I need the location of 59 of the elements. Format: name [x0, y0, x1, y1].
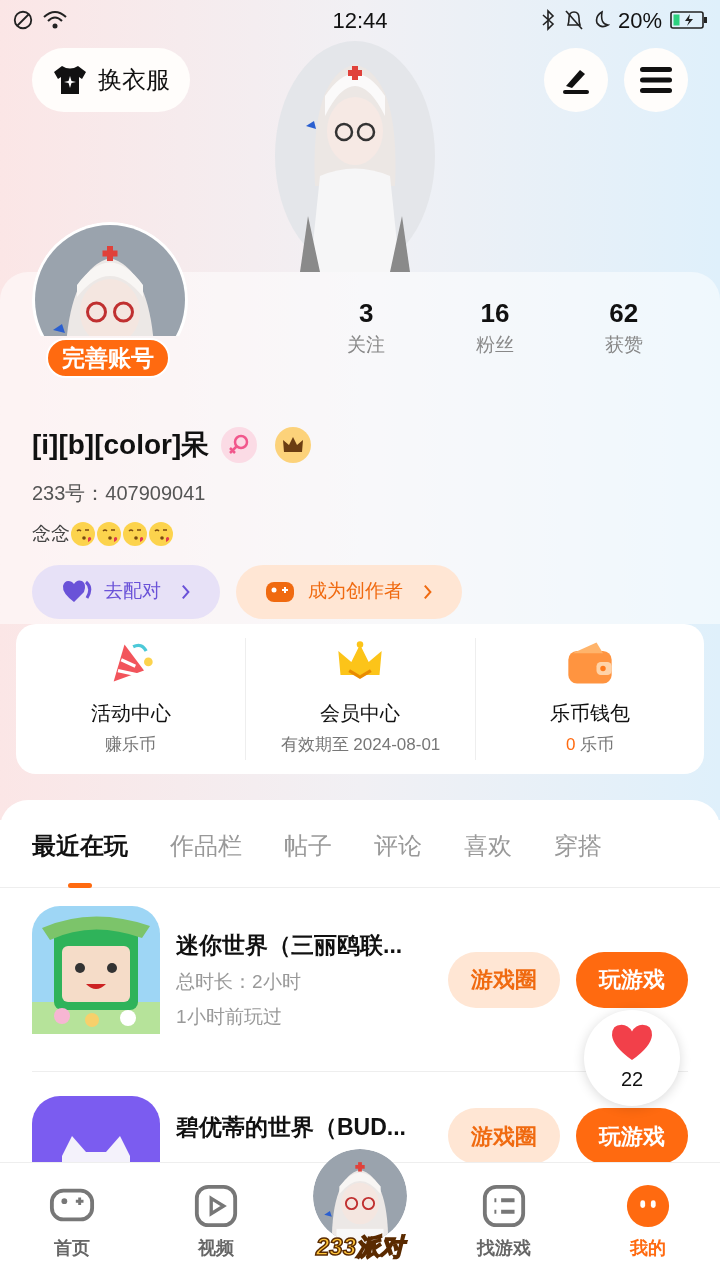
tab[interactable]: 评论 [374, 828, 422, 888]
tab[interactable]: 作品栏 [170, 828, 242, 888]
home-nav-tab[interactable]: 首页 [0, 1163, 144, 1280]
service-title[interactable]: 活动中心 [90, 698, 171, 728]
match-button[interactable]: 去配对 [32, 564, 220, 619]
stat-value: 62 [609, 297, 639, 330]
bio-text: 念念 [32, 522, 70, 546]
service-subtitle: 赚乐币 [105, 734, 157, 756]
stat-label: 获赞 [604, 333, 643, 357]
find-nav-tab[interactable]: 找游戏 [432, 1163, 576, 1280]
play-game-button[interactable]: 玩游戏 [576, 951, 688, 1008]
service-title[interactable]: 会员中心 [320, 698, 401, 728]
party-nav-tab[interactable]: 233派对 [309, 1149, 411, 1265]
game-title[interactable]: 迷你世界（三丽鸥联... [176, 927, 448, 963]
stat-value: 3 [359, 297, 374, 330]
tab[interactable]: 喜欢 [464, 828, 512, 888]
crown-icon [275, 427, 312, 463]
mine-nav-tab[interactable]: 我的 [576, 1163, 720, 1280]
creator-button[interactable]: 成为创作者 [236, 564, 462, 619]
service-subtitle: 乐币 [579, 734, 614, 756]
female-icon [221, 427, 258, 463]
wifi-icon [42, 9, 68, 31]
balance-value: 0 [566, 734, 576, 756]
no-disturb-icon [12, 9, 34, 31]
battery-percent: 20% [617, 6, 662, 35]
list-icon [481, 1183, 527, 1229]
kiss-emoji-icon [70, 521, 96, 548]
clock-time: 12:44 [331, 6, 389, 35]
chevron-icon [423, 583, 433, 600]
game-circle-button[interactable]: 游戏圈 [448, 951, 560, 1008]
heart-icon [609, 1022, 655, 1062]
kiss-emoji-icon [96, 521, 122, 548]
last-played: 1小时前玩过 [176, 1004, 283, 1029]
username: [i][b][color]呆 [32, 428, 210, 462]
shirt-icon [52, 64, 88, 96]
complete-account-badge[interactable]: 完善账号 [46, 338, 170, 378]
outfit-button[interactable]: 换衣服 [32, 48, 190, 112]
face-icon [625, 1183, 671, 1229]
kiss-emoji-icon [122, 521, 148, 548]
service-title[interactable]: 乐币钱包 [549, 698, 630, 728]
game-circle-button[interactable]: 游戏圈 [448, 1108, 560, 1164]
stat-label: 关注 [347, 333, 386, 357]
tab[interactable]: 最近在玩 [32, 828, 128, 888]
play-game-button[interactable]: 玩游戏 [576, 1108, 688, 1164]
stat-label: 粉丝 [476, 333, 514, 357]
chevron-icon [181, 583, 191, 600]
video-nav-tab[interactable]: 视频 [144, 1163, 288, 1280]
user-id: 233号：407909041 [32, 481, 207, 506]
tab[interactable]: 帖子 [284, 828, 332, 888]
kiss-emoji-icon [148, 521, 174, 548]
muted-bell-icon [563, 9, 584, 31]
game-title[interactable]: 碧优蒂的世界（BUD... [176, 1110, 448, 1145]
menu-icon [640, 66, 672, 94]
service-subtitle: 有效期至 2024-08-01 [280, 734, 441, 756]
play-duration: 总时长：2小时 [176, 970, 302, 995]
stat-value: 16 [480, 297, 510, 330]
play-icon [193, 1183, 239, 1229]
battery-icon [670, 10, 708, 30]
tab[interactable]: 穿搭 [554, 828, 602, 888]
